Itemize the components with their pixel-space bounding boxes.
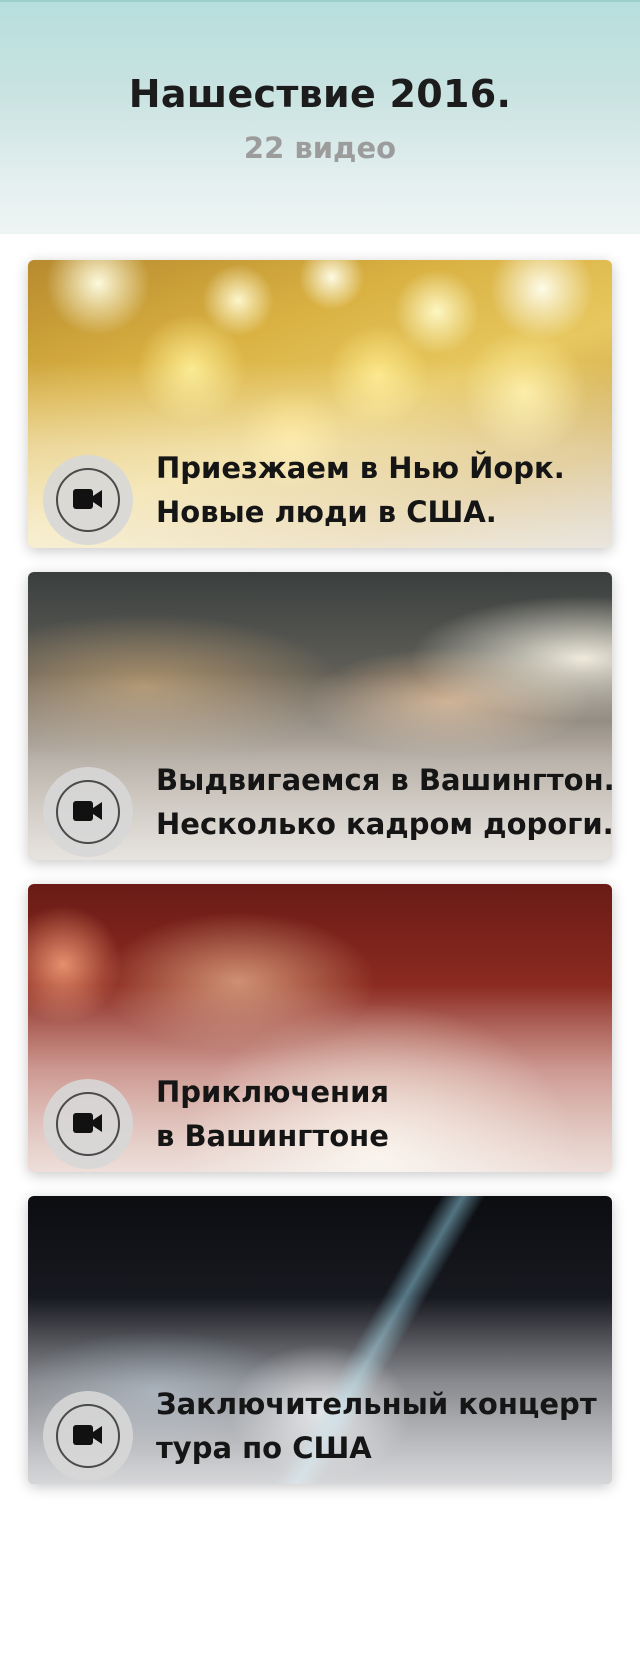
video-camera-icon <box>73 801 102 821</box>
play-button[interactable] <box>43 1079 133 1169</box>
video-title: Выдвигаемся в Вашингтон. Несколько кадро… <box>156 763 612 841</box>
video-title: Приезжаем в Нью Йорк. Новые люди в США. <box>156 451 565 529</box>
video-title: Заключительный концерт тура по США <box>156 1387 597 1465</box>
playlist-title: Нашествие 2016. <box>128 72 512 116</box>
video-card[interactable]: Выдвигаемся в Вашингтон. Несколько кадро… <box>28 572 612 860</box>
play-button[interactable] <box>43 455 133 545</box>
video-card[interactable]: Приезжаем в Нью Йорк. Новые люди в США. <box>28 260 612 548</box>
video-camera-icon <box>73 1425 102 1445</box>
video-count: 22 видео <box>243 131 397 165</box>
video-card[interactable]: Приключения в Вашингтоне <box>28 884 612 1172</box>
play-button[interactable] <box>43 767 133 857</box>
video-camera-icon <box>73 1113 102 1133</box>
play-button[interactable] <box>43 1391 133 1481</box>
video-card[interactable]: Заключительный концерт тура по США <box>28 1196 612 1484</box>
video-camera-icon <box>73 489 102 509</box>
playlist-header: Нашествие 2016. 22 видео <box>0 0 640 234</box>
video-title: Приключения в Вашингтоне <box>156 1075 390 1153</box>
